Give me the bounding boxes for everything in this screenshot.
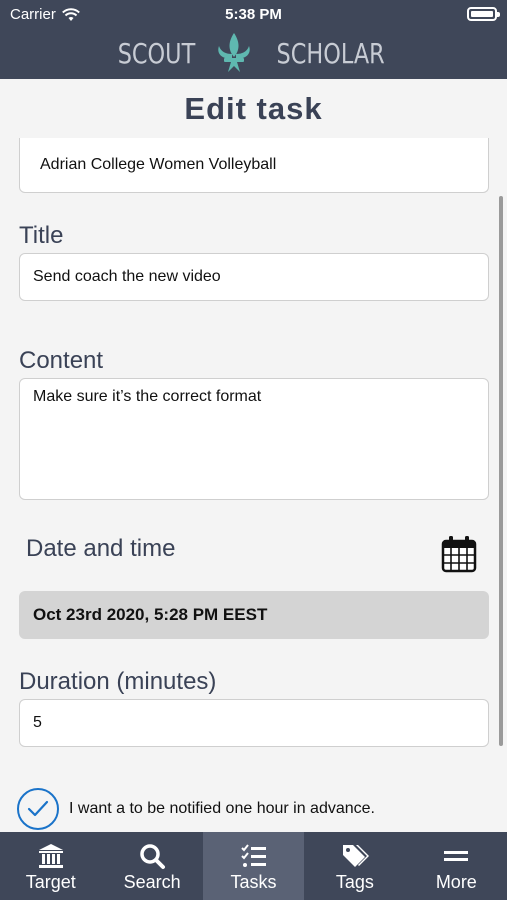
status-time: 5:38 PM bbox=[225, 6, 282, 23]
calendar-icon[interactable] bbox=[441, 535, 477, 573]
brand-right: SCHOLAR bbox=[276, 36, 386, 70]
content-label: Content bbox=[19, 347, 104, 374]
datetime-label: Date and time bbox=[26, 535, 176, 562]
tab-label: More bbox=[435, 872, 477, 892]
duration-label: Duration (minutes) bbox=[19, 668, 217, 695]
tab-label: Target bbox=[25, 872, 76, 892]
scrollbar[interactable] bbox=[499, 196, 503, 746]
tab-tasks[interactable]: Tasks bbox=[202, 832, 305, 900]
duration-input[interactable]: 5 bbox=[19, 699, 489, 747]
tab-more[interactable]: More bbox=[406, 832, 507, 900]
title-label: Title bbox=[19, 222, 64, 249]
title-value: Send coach the new video bbox=[33, 268, 221, 285]
notify-option[interactable]: I want a to be notified one hour in adva… bbox=[17, 788, 375, 830]
menu-icon bbox=[444, 851, 469, 861]
tab-search[interactable]: Search bbox=[101, 832, 202, 900]
tab-target[interactable]: Target bbox=[0, 832, 101, 900]
tasks-icon bbox=[240, 844, 266, 867]
checkmark-icon bbox=[27, 800, 49, 817]
status-bar: Carrier 5:38 PM bbox=[0, 0, 507, 28]
tab-bar: Target Search Tasks Tags More bbox=[0, 832, 507, 900]
search-icon bbox=[140, 844, 166, 869]
battery-icon bbox=[467, 7, 500, 21]
title-input[interactable]: Send coach the new video bbox=[19, 253, 489, 301]
brand-logo: SCOUT SCHOLAR bbox=[0, 28, 507, 78]
tags-icon bbox=[342, 845, 369, 867]
notify-checkbox[interactable] bbox=[17, 788, 59, 830]
notify-label: I want a to be notified one hour in adva… bbox=[69, 800, 375, 817]
bank-icon bbox=[38, 844, 63, 868]
top-bar: Carrier 5:38 PM SCOUT SCHOLAR bbox=[0, 0, 507, 79]
fleur-de-lis-icon bbox=[218, 33, 251, 72]
datetime-value: Oct 23rd 2020, 5:28 PM EEST bbox=[33, 605, 268, 624]
tab-label: Tasks bbox=[230, 872, 277, 892]
target-field[interactable]: Adrian College Women Volleyball bbox=[19, 138, 489, 193]
content-value: Make sure it’s the correct format bbox=[33, 388, 262, 405]
tab-label: Tags bbox=[335, 872, 374, 892]
brand-left: SCOUT bbox=[118, 36, 196, 70]
duration-value: 5 bbox=[33, 714, 42, 731]
target-value: Adrian College Women Volleyball bbox=[40, 156, 277, 173]
datetime-picker[interactable]: Oct 23rd 2020, 5:28 PM EEST bbox=[19, 591, 489, 639]
content-textarea[interactable]: Make sure it’s the correct format bbox=[19, 378, 489, 500]
page-title: Edit task bbox=[0, 79, 507, 141]
tab-tags[interactable]: Tags bbox=[304, 832, 405, 900]
tab-label: Search bbox=[123, 872, 181, 892]
